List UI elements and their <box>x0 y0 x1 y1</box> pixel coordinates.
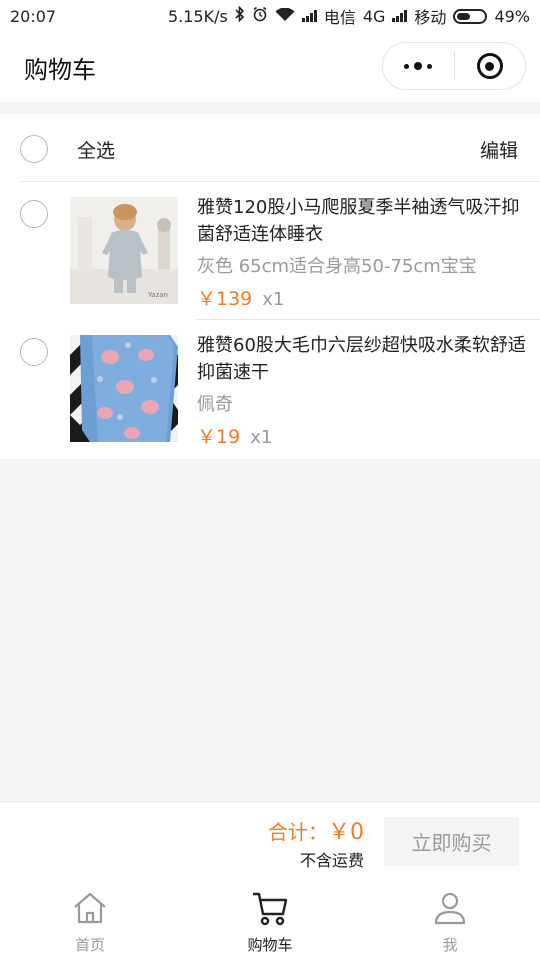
cart-page: 20:07 5.15K/s 电信 4G 移动 49% 购物车 全选 编辑 Yaz… <box>0 0 540 960</box>
divider <box>20 181 540 182</box>
shipping-note: 不含运费 <box>299 851 364 870</box>
cart-list: 全选 编辑 Yazan 雅赞120股小马爬服夏季半袖透气吸汗抑菌舒适连体睡衣 灰… <box>0 114 540 459</box>
home-icon <box>70 888 110 932</box>
select-all-label[interactable]: 全选 <box>77 136 115 163</box>
thumb-watermark: Yazan <box>147 291 168 299</box>
tab-label: 首页 <box>74 936 105 954</box>
item-qty: x1 <box>262 289 285 310</box>
tab-label: 购物车 <box>247 936 293 954</box>
miniapp-capsule <box>382 42 526 90</box>
item-spec: 佩奇 <box>197 394 233 415</box>
cart-item[interactable]: Yazan 雅赞120股小马爬服夏季半袖透气吸汗抑菌舒适连体睡衣 灰色 65cm… <box>0 184 540 311</box>
item-price: ￥139 <box>197 288 253 310</box>
item-checkbox[interactable] <box>20 338 48 366</box>
select-all-row: 全选 编辑 <box>0 114 540 182</box>
battery-percent: 49% <box>494 6 530 26</box>
tab-label: 我 <box>442 936 458 954</box>
carrier-1: 电信 <box>323 8 356 27</box>
page-title: 购物车 <box>24 55 96 84</box>
item-qty: x1 <box>250 427 273 448</box>
item-price: ￥19 <box>197 426 241 448</box>
tab-home[interactable]: 首页 <box>0 876 180 960</box>
more-button[interactable] <box>383 43 454 89</box>
signal-icon-1 <box>301 10 317 22</box>
tab-cart[interactable]: 购物车 <box>180 876 360 960</box>
more-dots-icon <box>404 62 433 70</box>
alarm-icon <box>252 6 268 26</box>
tab-profile[interactable]: 我 <box>360 876 540 960</box>
bluetooth-icon <box>235 5 245 26</box>
select-all-checkbox[interactable] <box>20 135 48 163</box>
divider <box>197 319 540 320</box>
target-circle-icon <box>476 53 503 79</box>
item-checkbox[interactable] <box>20 200 48 228</box>
item-price-row: ￥19 x1 <box>197 422 272 449</box>
battery-icon <box>453 8 488 24</box>
checkout-bar: 合计：￥0 不含运费 立即购买 <box>0 801 540 876</box>
status-bar: 20:07 5.15K/s 电信 4G 移动 49% <box>0 0 540 32</box>
network-speed: 5.15K/s <box>167 6 228 26</box>
product-image[interactable]: Yazan <box>70 197 178 304</box>
cart-item[interactable]: 雅赞60股大毛巾六层纱超快吸水柔软舒适抑菌速干 佩奇 ￥19 x1 <box>0 322 540 449</box>
product-image[interactable] <box>70 335 178 442</box>
buy-now-button[interactable]: 立即购买 <box>384 817 519 866</box>
carrier-2: 移动 <box>414 8 447 27</box>
total-amount: ￥0 <box>328 820 364 845</box>
total-label: 合计： <box>268 820 328 844</box>
item-spec: 灰色 65cm适合身高50-75cm宝宝 <box>197 256 477 277</box>
wifi-icon <box>275 7 295 26</box>
edit-button[interactable]: 编辑 <box>480 136 518 163</box>
profile-icon <box>430 888 470 932</box>
item-title[interactable]: 雅赞120股小马爬服夏季半袖透气吸汗抑菌舒适连体睡衣 <box>197 194 527 248</box>
status-right: 5.15K/s 电信 4G 移动 49% <box>168 4 530 28</box>
status-time: 20:07 <box>10 6 57 26</box>
cart-icon <box>250 888 290 932</box>
close-button[interactable] <box>455 43 526 89</box>
signal-icon-2 <box>392 10 408 22</box>
title-bar: 购物车 <box>0 32 540 102</box>
item-title[interactable]: 雅赞60股大毛巾六层纱超快吸水柔软舒适抑菌速干 <box>197 332 527 386</box>
tab-bar: 首页 购物车 我 <box>0 876 540 960</box>
item-price-row: ￥139 x1 <box>197 284 284 311</box>
total-row: 合计：￥0 <box>268 814 364 846</box>
network-type: 4G <box>362 6 386 26</box>
